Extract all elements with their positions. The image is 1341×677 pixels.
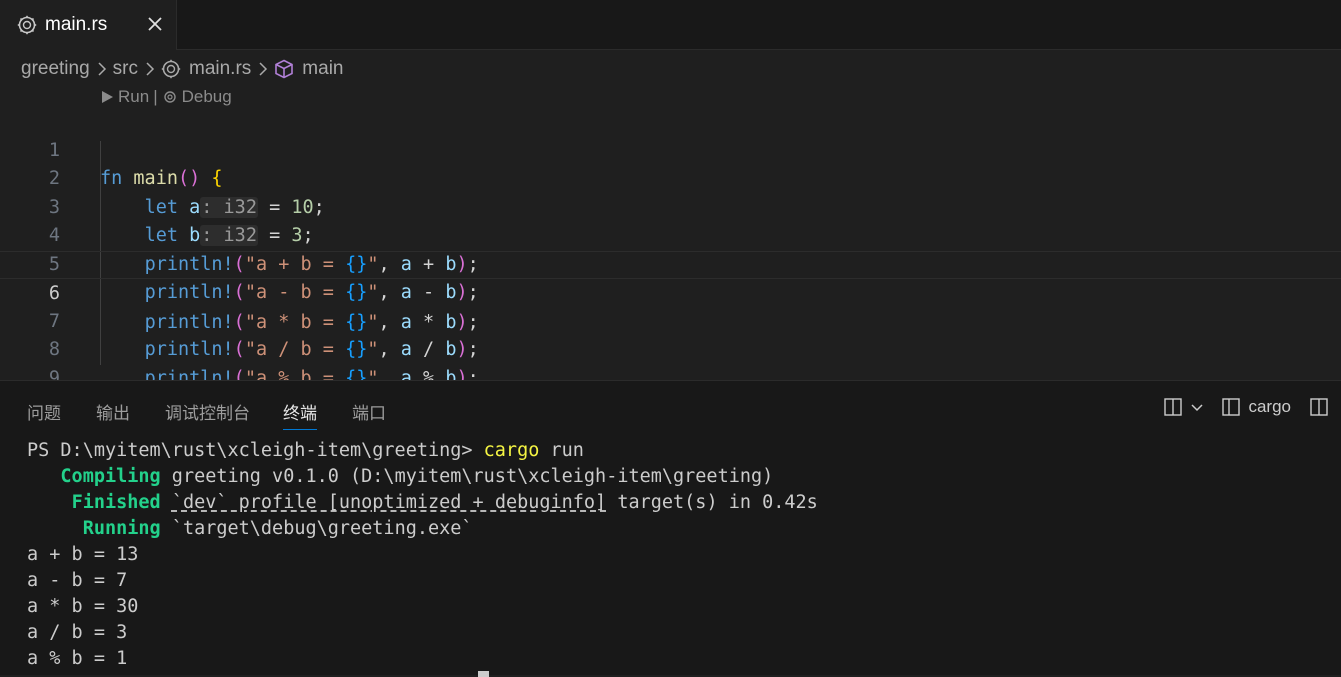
breadcrumb-item-main-rs[interactable]: main.rs: [189, 58, 251, 80]
rust-file-icon: [161, 59, 181, 79]
code-line: 9 }: [0, 336, 1341, 418]
chevron-right-icon: [98, 62, 106, 76]
code-line: 8 println!("a % b = {}", a % b);: [0, 308, 1341, 389]
terminal-output-line: a / b = 3: [27, 622, 128, 643]
compiling-label: Compiling: [60, 466, 161, 487]
panel-actions: cargo: [1151, 397, 1329, 417]
chevron-right-icon: [259, 62, 268, 76]
cube-function-icon: [275, 59, 294, 79]
new-terminal-dropdown[interactable]: [1163, 397, 1205, 417]
split-terminal-icon: [1164, 398, 1183, 416]
terminal-split-icon: [1222, 398, 1241, 416]
play-icon: [102, 91, 113, 103]
running-text: `target\debug\greeting.exe`: [160, 518, 473, 539]
finished-profile: `dev` profile [unoptimized + debuginfo]: [171, 492, 607, 513]
tab-terminal[interactable]: 终端: [283, 399, 317, 430]
code-line-current: 6 println!("a * b = {}", a * b);: [0, 250, 1341, 333]
toggle-panel-layout[interactable]: [1309, 397, 1329, 417]
terminal-command-args: run: [539, 440, 584, 461]
chevron-down-icon: [1191, 404, 1203, 412]
gear-icon: [163, 91, 176, 103]
code-line: 4 println!("a + b = {}", a + b);: [0, 194, 1341, 275]
codelens-run-label: Run: [118, 87, 150, 106]
code-line: 5 println!("a - b = {}", a - b);: [0, 222, 1341, 304]
codelens: Run | Debug: [100, 84, 232, 110]
finished-rest: target(s) in 0.42s: [606, 492, 818, 513]
tab-label: main.rs: [45, 14, 108, 35]
breadcrumb-item-main[interactable]: main: [302, 58, 343, 80]
codelens-debug-label: Debug: [181, 87, 232, 106]
running-label: Running: [82, 518, 161, 539]
compiling-text: greeting v0.1.0 (D:\myitem\rust\xcleigh-…: [160, 466, 774, 487]
breadcrumb: greeting src main.rs main: [21, 55, 343, 83]
rust-file-icon: [17, 15, 37, 35]
tab-main-rs[interactable]: main.rs: [0, 0, 177, 50]
tab-problems[interactable]: 问题: [27, 399, 61, 424]
code-editor[interactable]: Run | Debug 1 fn main() { 2 let a: i32 =…: [0, 84, 1341, 418]
finished-label: Finished: [71, 492, 161, 513]
terminal-line-prompt: PS D:\myitem\rust\xcleigh-item\greeting>…: [27, 438, 818, 464]
code-line: 2 let a: i32 = 10;: [0, 137, 1341, 218]
breadcrumb-item-src[interactable]: src: [113, 58, 138, 80]
codelens-separator: |: [153, 87, 158, 106]
editor-tab-bar: main.rs: [0, 0, 1341, 50]
terminal-output-line: a % b = 1: [27, 648, 128, 669]
tab-ports[interactable]: 端口: [352, 399, 386, 424]
tab-output[interactable]: 输出: [96, 399, 130, 424]
terminal-line-running: Running `target\debug\greeting.exe`: [27, 516, 818, 542]
terminal-output-line: a * b = 30: [27, 596, 139, 617]
codelens-run[interactable]: Run: [100, 87, 149, 107]
terminal-command: cargo: [483, 440, 540, 461]
tab-debug-console[interactable]: 调试控制台: [165, 399, 250, 424]
terminal-line-compiling: Compiling greeting v0.1.0 (D:\myitem\rus…: [27, 464, 818, 490]
code-line: 3 let b: i32 = 3;: [0, 165, 1341, 246]
terminal-output-line: a - b = 7: [27, 570, 128, 591]
panel-tabs: 问题 输出 调试控制台 终端 端口: [0, 381, 1341, 437]
terminal-line-finished: Finished `dev` profile [unoptimized + de…: [27, 490, 818, 516]
code-line: 7 println!("a / b = {}", a / b);: [0, 279, 1341, 361]
breadcrumb-item-greeting[interactable]: greeting: [21, 58, 90, 80]
close-icon[interactable]: [144, 13, 166, 35]
chevron-right-icon: [146, 62, 155, 76]
layout-icon: [1310, 398, 1328, 416]
terminal-output[interactable]: PS D:\myitem\rust\xcleigh-item\greeting>…: [27, 438, 818, 672]
codelens-debug[interactable]: Debug: [162, 87, 232, 107]
bottom-panel: 问题 输出 调试控制台 终端 端口 cargo PS D:\myitem\rus…: [0, 380, 1341, 677]
terminal-instance-cargo[interactable]: cargo: [1221, 397, 1291, 417]
terminal-prompt: PS D:\myitem\rust\xcleigh-item\greeting>: [27, 440, 484, 461]
code-line: 1 fn main() {: [0, 108, 1341, 190]
terminal-output-line: a + b = 13: [27, 544, 139, 565]
terminal-name: cargo: [1248, 397, 1291, 416]
terminal-cursor: [478, 671, 489, 677]
